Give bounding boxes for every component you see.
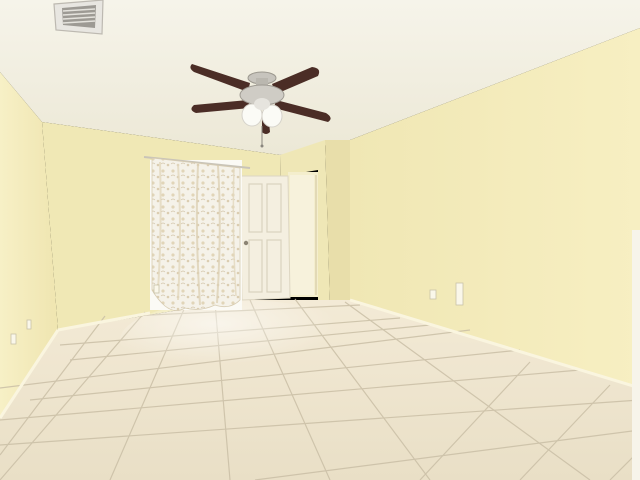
air-vent-icon — [53, 0, 104, 35]
door-knob[interactable] — [243, 240, 249, 246]
doorway-icon — [288, 172, 318, 297]
right-edge-trim — [632, 230, 640, 480]
floor-reflection — [120, 300, 360, 380]
room-photo — [0, 0, 640, 480]
door-icon[interactable] — [239, 175, 291, 301]
curtain-icon — [151, 157, 241, 311]
